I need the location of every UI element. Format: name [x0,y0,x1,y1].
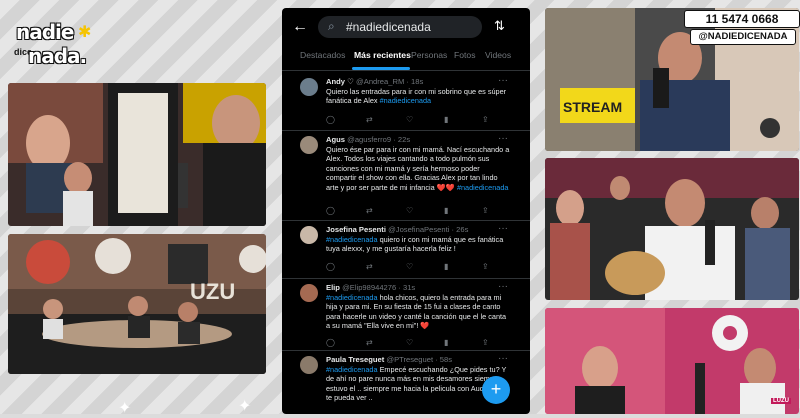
hashtag-link[interactable]: #nadiedicenada [326,365,378,374]
tweet-author[interactable]: Andy ♡ @Andrea_RM · 18s [326,77,423,86]
svg-text:STREAM: STREAM [563,99,622,115]
hashtag-link[interactable]: #nadiedicenada [326,235,378,244]
back-arrow-icon[interactable]: ← [292,18,308,36]
camera-scene-4 [545,158,799,300]
search-tabs: Destacados Más recientes Personas Fotos … [282,44,530,71]
sparkle-icon: ✦ [118,400,132,417]
tweet-actions: ◯ ⇄ ♡ ▮ ⇪ [326,115,510,125]
svg-text:UZU: UZU [190,279,235,304]
views-icon[interactable]: ▮ [444,262,448,271]
share-icon[interactable]: ⇪ [482,338,489,347]
like-icon[interactable]: ♡ [406,338,413,347]
avatar[interactable] [300,226,318,244]
views-icon[interactable]: ▮ [444,115,448,124]
tab-destacados[interactable]: Destacados [300,50,345,60]
more-options-icon[interactable]: ··· [498,353,508,364]
share-icon[interactable]: ⇪ [482,262,489,271]
tweet-author[interactable]: Paula Treseguet @PTreseguet · 58s [326,355,452,364]
camera-feed-host-3 [545,308,799,414]
avatar[interactable] [300,136,318,154]
twitter-header: ← ⌕ #nadiedicenada ⇅ Destacados Más reci… [282,8,530,72]
reply-icon[interactable]: ◯ [326,206,335,215]
tweet-actions: ◯ ⇄ ♡ ▮ ⇪ [326,338,510,348]
like-icon[interactable]: ♡ [406,206,413,215]
like-icon[interactable]: ♡ [406,262,413,271]
active-tab-indicator [352,67,410,70]
tab-mas-recientes[interactable]: Más recientes [354,50,411,60]
share-icon[interactable]: ⇪ [482,206,489,215]
tweet[interactable]: Elip @Elip98944276 · 31s ··· #nadiedicen… [282,278,530,351]
tab-personas[interactable]: Personas [411,50,447,60]
views-icon[interactable]: ▮ [444,338,448,347]
tweet-text: #nadiedicenada hola chicos, quiero la en… [326,293,507,331]
camera-scene-2: UZU [8,234,266,374]
retweet-icon[interactable]: ⇄ [366,338,373,347]
contact-badge: 11 5474 0668 @NADIEDICENADA [684,10,800,45]
hashtag-link[interactable]: #nadiedicenada [326,293,378,302]
tweet-author[interactable]: Elip @Elip98944276 · 31s [326,283,415,292]
tweet[interactable]: Andy ♡ @Andrea_RM · 18s ··· Quiero las e… [282,72,530,131]
reply-icon[interactable]: ◯ [326,115,335,124]
reply-icon[interactable]: ◯ [326,338,335,347]
camera-feed-studio-wide: UZU [8,234,266,374]
tweet-actions: ◯ ⇄ ♡ ▮ ⇪ [326,262,510,272]
search-bar[interactable]: ⌕ #nadiedicenada [318,16,482,38]
camera-feed-guest [545,158,799,300]
logo-line2: nada. [28,44,87,68]
reply-icon[interactable]: ◯ [326,262,335,271]
tweet[interactable]: Agus @agusferro9 · 22s ··· Quiero ése pa… [282,130,530,221]
camera-scene-1 [8,83,266,226]
more-options-icon[interactable]: ··· [498,281,508,292]
tab-videos[interactable]: Videos [485,50,511,60]
search-query[interactable]: #nadiedicenada [346,20,431,34]
tweet-author[interactable]: Agus @agusferro9 · 22s [326,135,410,144]
tweet[interactable]: Josefina Pesenti @JosefinaPesenti · 26s … [282,220,530,279]
tweet-text: Quiero ése par para ir con mi mamá. Nací… [326,145,510,192]
tweet-text: Quiero las entradas para ir con mi sobri… [326,87,507,106]
hashtag-link[interactable]: #nadiedicenada [457,183,509,192]
avatar[interactable] [300,284,318,302]
camera-scene-5 [545,308,799,414]
more-options-icon[interactable]: ··· [498,75,508,86]
hashtag-link[interactable]: #nadiedicenada [380,96,432,105]
sparkle-icon: ✦ [238,398,252,415]
watermark-logo: LUZU [771,398,791,404]
filter-settings-icon[interactable]: ⇅ [494,18,505,34]
tweet-text: #nadiedicenada quiero ir con mi mamá que… [326,235,504,254]
avatar[interactable] [300,78,318,96]
more-options-icon[interactable]: ··· [498,223,508,234]
more-options-icon[interactable]: ··· [498,133,508,144]
tab-fotos[interactable]: Fotos [454,50,476,60]
tweet-author[interactable]: Josefina Pesenti @JosefinaPesenti · 26s [326,225,468,234]
logo-line1: nadie [16,20,74,44]
camera-feed-host-1 [8,83,266,226]
retweet-icon[interactable]: ⇄ [366,262,373,271]
retweet-icon[interactable]: ⇄ [366,206,373,215]
compose-tweet-button[interactable]: + [482,376,510,404]
tweet-actions: ◯ ⇄ ♡ ▮ ⇪ [326,206,510,216]
show-logo: nadie dice nada. ✱ [14,14,92,72]
share-icon[interactable]: ⇪ [482,115,489,124]
star-icon: ✱ [78,24,92,41]
retweet-icon[interactable]: ⇄ [366,115,373,124]
heart-icon: ♡ [347,77,354,86]
like-icon[interactable]: ♡ [406,115,413,124]
twitter-search-screen: ← ⌕ #nadiedicenada ⇅ Destacados Más reci… [282,8,530,414]
avatar[interactable] [300,356,318,374]
phone-number: 11 5474 0668 [684,10,800,28]
views-icon[interactable]: ▮ [444,206,448,215]
search-icon: ⌕ [328,19,335,33]
social-handle: @NADIEDICENADA [690,29,796,45]
